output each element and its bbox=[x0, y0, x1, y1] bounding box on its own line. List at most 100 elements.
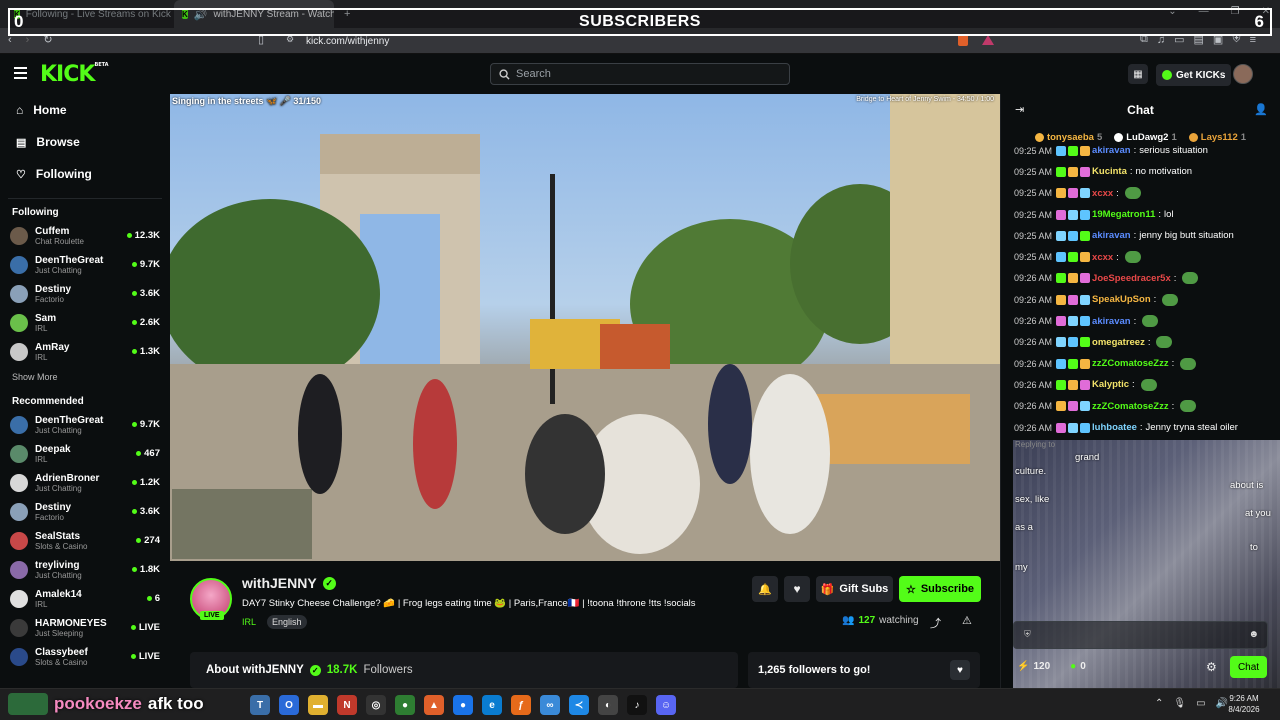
sidebar-channel-amalek14[interactable]: Amalek14 IRL 6 bbox=[0, 584, 170, 613]
window-close-icon[interactable]: ✕ bbox=[1262, 6, 1270, 17]
chat-username[interactable]: xcxx bbox=[1092, 252, 1113, 263]
microphone-icon[interactable]: 🎙 bbox=[1173, 698, 1186, 709]
back-icon[interactable]: ‹ bbox=[8, 34, 12, 46]
chat-username[interactable]: SpeakUpSon bbox=[1092, 294, 1151, 305]
clips-icon[interactable]: ▦ bbox=[1128, 64, 1148, 84]
reload-icon[interactable]: ↻ bbox=[43, 33, 52, 46]
goal-heart-icon[interactable]: ♥ bbox=[950, 660, 970, 680]
video-player[interactable]: Singing in the streets 🦋 🎤 31/150 Bridge… bbox=[170, 94, 1000, 561]
chat-username[interactable]: omegatreez bbox=[1092, 337, 1145, 348]
follow-button[interactable]: ♥ bbox=[784, 576, 810, 602]
kick-logo[interactable]: KICKBETA bbox=[40, 62, 109, 87]
sidebar-channel-deenthegreat[interactable]: DeenTheGreat Just Chatting 9.7K bbox=[0, 410, 170, 439]
taskbar-chrome-icon[interactable]: ● bbox=[453, 695, 473, 715]
sidebar-channel-amray[interactable]: AmRay IRL 1.3K bbox=[0, 337, 170, 366]
language-tag[interactable]: English bbox=[267, 615, 307, 629]
browser-tab-withjenny[interactable]: K 🔊 withJENNY Stream - Watch Li ✕ bbox=[174, 0, 334, 28]
maximize-icon[interactable]: ❐ bbox=[1231, 6, 1240, 17]
chat-username[interactable]: 19Megatron11 bbox=[1092, 209, 1155, 220]
chat-username[interactable]: akiravan bbox=[1092, 230, 1131, 241]
site-info-icon[interactable]: ⚙ bbox=[286, 34, 294, 45]
nav-home[interactable]: ⌂ Home bbox=[0, 94, 170, 126]
taskbar-app-obs-icon[interactable]: ◎ bbox=[366, 695, 386, 715]
taskbar-clock[interactable]: 9:26 AM 8/4/2026 bbox=[1222, 694, 1266, 714]
category-tag[interactable]: IRL bbox=[242, 615, 261, 629]
sidebar-channel-sealstats[interactable]: SealStats Slots & Casino 274 bbox=[0, 526, 170, 555]
collapse-chat-icon[interactable]: ⇥ bbox=[1015, 103, 1024, 116]
taskbar-discord-icon[interactable]: ☺ bbox=[656, 695, 676, 715]
taskbar-firefox-icon[interactable]: ƒ bbox=[511, 695, 531, 715]
brave-shield-icon[interactable] bbox=[958, 34, 968, 46]
minimize-icon[interactable]: — bbox=[1199, 6, 1209, 17]
top-gifter[interactable]: LuDawg2 1 bbox=[1114, 132, 1177, 143]
menu-icon[interactable]: ≡ bbox=[1250, 34, 1256, 46]
extensions-icon[interactable]: ⧉ bbox=[1140, 33, 1148, 46]
taskbar-app-news-icon[interactable]: N bbox=[337, 695, 357, 715]
show-more-link[interactable]: Show More bbox=[0, 366, 170, 388]
subscribe-button[interactable]: ☆ Subscribe bbox=[899, 576, 981, 602]
top-gifter[interactable]: tonysaeba 5 bbox=[1034, 132, 1102, 143]
bookmark-icon[interactable]: ▯ bbox=[258, 33, 264, 46]
top-gifter[interactable]: Lays112 1 bbox=[1188, 132, 1246, 143]
hamburger-menu-icon[interactable] bbox=[14, 67, 27, 79]
chat-username[interactable]: Kucinta bbox=[1092, 166, 1127, 177]
notification-bell-button[interactable]: 🔔 bbox=[752, 576, 778, 602]
taskbar-brave-icon[interactable]: ▲ bbox=[424, 695, 444, 715]
gift-subs-button[interactable]: 🎁 Gift Subs bbox=[816, 576, 893, 602]
wallet-icon[interactable]: ▣ bbox=[1213, 33, 1223, 46]
network-icon[interactable]: ▭ bbox=[1196, 698, 1205, 709]
sidebar-channel-classybeef[interactable]: Classybeef Slots & Casino LIVE bbox=[0, 642, 170, 671]
user-avatar[interactable] bbox=[1233, 64, 1253, 84]
chat-username[interactable]: luhboatee bbox=[1092, 422, 1137, 433]
send-chat-button[interactable]: Chat bbox=[1230, 656, 1267, 678]
taskbar-app-teams-icon[interactable]: T bbox=[250, 695, 270, 715]
sidebar-channel-destiny[interactable]: Destiny Factorio 3.6K bbox=[0, 497, 170, 526]
sidebar-channel-adrienbroner[interactable]: AdrienBroner Just Chatting 1.2K bbox=[0, 468, 170, 497]
chat-username[interactable]: xcxx bbox=[1092, 188, 1113, 199]
sidebar-channel-cuffem[interactable]: Cuffem Chat Roulette 12.3K bbox=[0, 221, 170, 250]
emote-picker-icon[interactable]: ☻ bbox=[1248, 629, 1259, 640]
chat-username[interactable]: Kalyptic bbox=[1092, 379, 1129, 390]
sidebar-channel-deenthegreat[interactable]: DeenTheGreat Just Chatting 9.7K bbox=[0, 250, 170, 279]
brave-rewards-icon[interactable] bbox=[982, 35, 994, 45]
vpn-icon[interactable]: ⛨ bbox=[1232, 33, 1240, 46]
taskbar-app-outlook-icon[interactable]: O bbox=[279, 695, 299, 715]
taskbar-app-icon[interactable]: ∞ bbox=[540, 695, 560, 715]
chat-input[interactable]: ⛨ ☻ bbox=[1013, 621, 1268, 649]
nav-browse[interactable]: ▤ Browse bbox=[0, 126, 170, 158]
taskbar-vscode-icon[interactable]: ≺ bbox=[569, 695, 589, 715]
chat-username[interactable]: zzZComatoseZzz bbox=[1092, 358, 1169, 369]
chat-username[interactable]: zzZComatoseZzz bbox=[1092, 401, 1169, 412]
sidebar-channel-sam[interactable]: Sam IRL 2.6K bbox=[0, 308, 170, 337]
get-kicks-button[interactable]: Get KICKs bbox=[1156, 64, 1232, 86]
taskbar-widget-icon[interactable] bbox=[8, 693, 48, 715]
chat-username[interactable]: akiravan bbox=[1092, 145, 1131, 156]
bookmarks-icon[interactable]: ▭ bbox=[1174, 33, 1184, 46]
share-icon[interactable]: ⤴ bbox=[930, 615, 941, 631]
tab-search-icon[interactable]: ⌄ bbox=[1168, 6, 1176, 17]
chat-users-icon[interactable]: 👤 bbox=[1254, 103, 1268, 116]
report-icon[interactable]: ⚠ bbox=[962, 614, 972, 627]
taskbar-app-obs2-icon[interactable]: ◐ bbox=[598, 695, 618, 715]
sidebar-icon[interactable]: ▤ bbox=[1194, 33, 1204, 46]
nav-following[interactable]: ♡ Following bbox=[0, 158, 170, 190]
taskbar-file-explorer-icon[interactable]: ▬ bbox=[308, 695, 328, 715]
media-icon[interactable]: ♫ bbox=[1157, 34, 1165, 46]
taskbar-tiktok-icon[interactable]: ♪ bbox=[627, 695, 647, 715]
taskbar-chrome-beta-icon[interactable]: ● bbox=[395, 695, 415, 715]
taskbar-edge-icon[interactable]: e bbox=[482, 695, 502, 715]
new-tab-button[interactable]: + bbox=[336, 8, 358, 20]
chat-username[interactable]: akiravan bbox=[1092, 316, 1131, 327]
forward-icon[interactable]: › bbox=[26, 34, 30, 46]
tray-overflow-icon[interactable]: ⌃ bbox=[1155, 698, 1163, 709]
chat-username[interactable]: JoeSpeedracer5x bbox=[1092, 273, 1171, 284]
streamer-name[interactable]: withJENNY bbox=[242, 575, 317, 591]
settings-gear-icon[interactable]: ⚙ bbox=[1206, 660, 1217, 674]
url-field[interactable]: ⚙ kick.com/withjenny bbox=[280, 31, 1000, 51]
sidebar-channel-harmoneyes[interactable]: HARMONEYES Just Sleeping LIVE bbox=[0, 613, 170, 642]
sidebar-channel-treyliving[interactable]: treyliving Just Chatting 1.8K bbox=[0, 555, 170, 584]
browser-tab-following[interactable]: K Following - Live Streams on Kick bbox=[6, 0, 172, 28]
sidebar-channel-destiny[interactable]: Destiny Factorio 3.6K bbox=[0, 279, 170, 308]
sidebar-channel-deepak[interactable]: Deepak IRL 467 bbox=[0, 439, 170, 468]
search-input[interactable]: Search bbox=[490, 63, 790, 85]
